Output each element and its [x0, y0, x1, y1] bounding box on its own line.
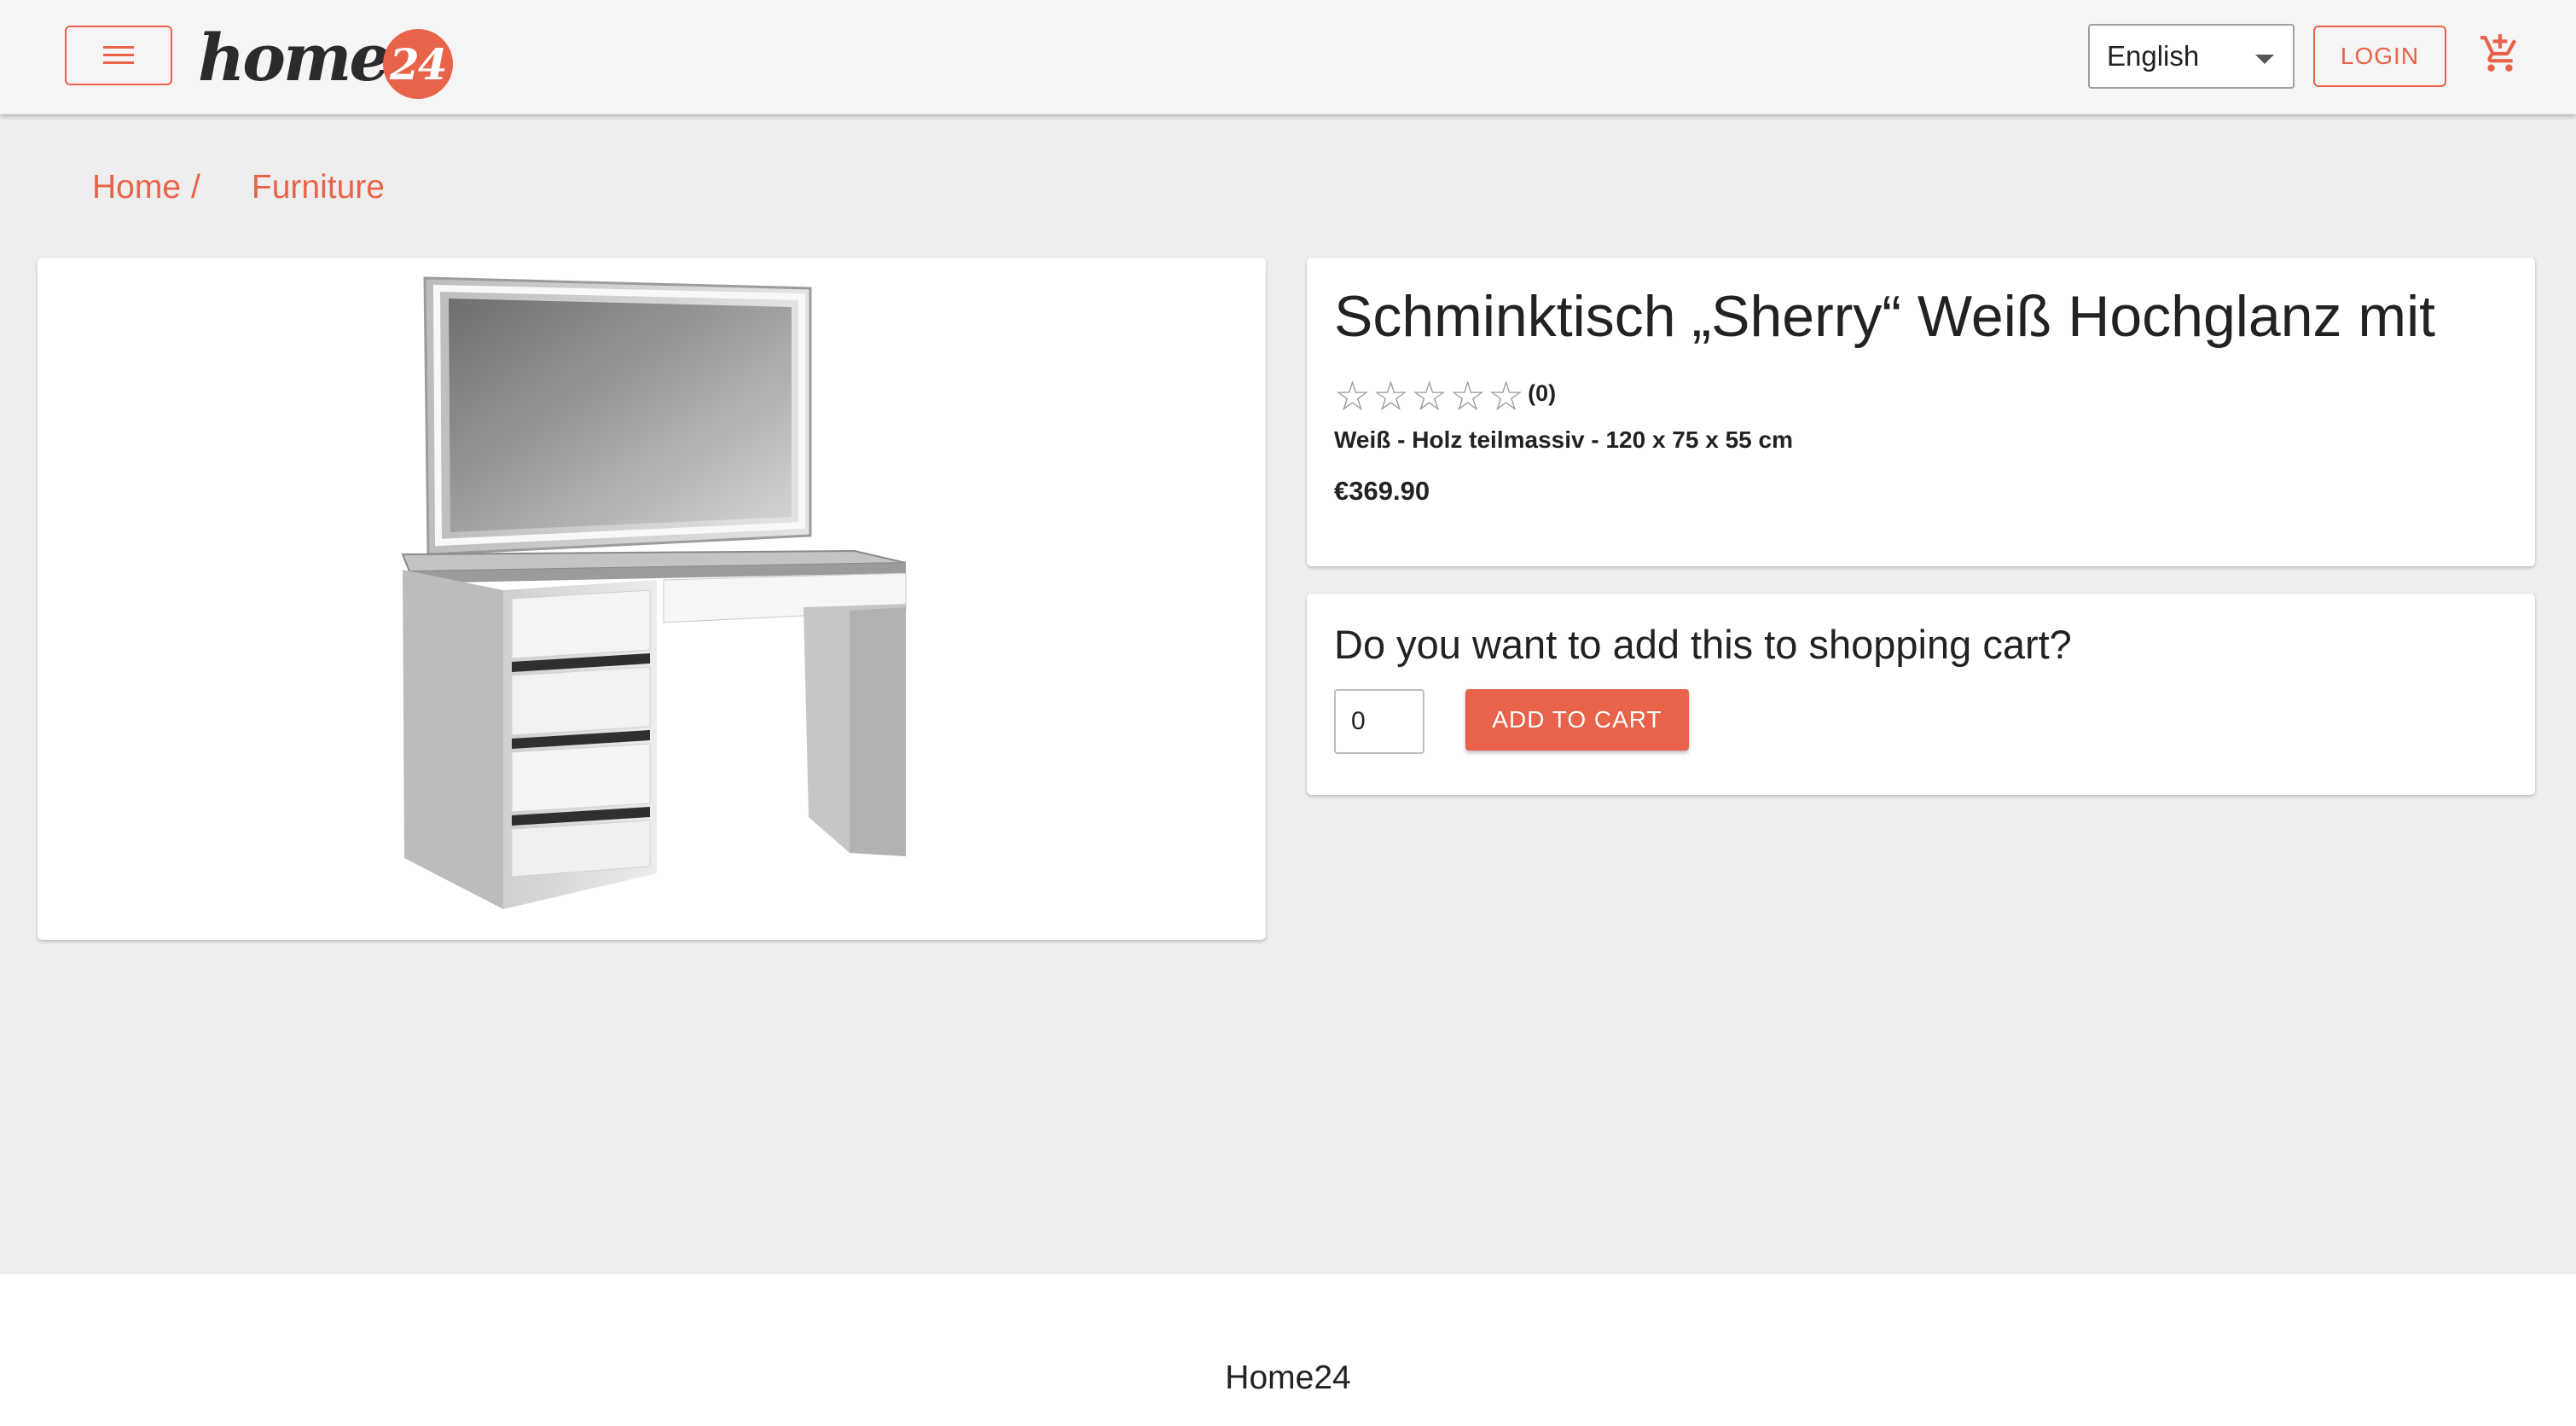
add-to-cart-card: Do you want to add this to shopping cart…: [1307, 594, 2535, 795]
home24-logo[interactable]: home 24: [198, 15, 453, 101]
logo-wordmark: home: [198, 20, 391, 96]
breadcrumb-separator: /: [191, 169, 200, 206]
breadcrumb: Home / Furniture: [92, 169, 385, 206]
star-outline-icon[interactable]: ☆: [1411, 377, 1448, 418]
product-title: Schminktisch „Sherry“ Weiß Hochglanz mit: [1334, 284, 2436, 349]
top-app-bar: home 24 English LOGIN: [0, 0, 2576, 114]
breadcrumb-home[interactable]: Home: [92, 169, 181, 206]
language-select-value: English: [2107, 40, 2200, 72]
caret-down-icon: [2255, 55, 2274, 64]
star-outline-icon[interactable]: ☆: [1449, 377, 1486, 418]
footer: Home24: [0, 1274, 2576, 1426]
add-shopping-cart-icon[interactable]: [2479, 32, 2521, 75]
quantity-input[interactable]: [1334, 689, 1424, 754]
login-button[interactable]: LOGIN: [2313, 26, 2446, 87]
star-outline-icon[interactable]: ☆: [1334, 377, 1371, 418]
product-price: €369.90: [1334, 476, 1430, 506]
product-image-card: [38, 258, 1266, 940]
breadcrumb-furniture[interactable]: Furniture: [252, 169, 385, 206]
star-rating[interactable]: ☆ ☆ ☆ ☆ ☆ (0): [1334, 377, 1556, 418]
product-image: [401, 276, 907, 909]
product-subtitle: Weiß - Holz teilmassiv - 120 x 75 x 55 c…: [1334, 426, 1793, 453]
logo-badge: 24: [382, 29, 453, 99]
footer-text: Home24: [1225, 1359, 1351, 1396]
star-outline-icon[interactable]: ☆: [1372, 377, 1409, 418]
menu-icon: [103, 46, 134, 64]
menu-button[interactable]: [65, 26, 172, 85]
add-to-cart-question: Do you want to add this to shopping cart…: [1334, 622, 2072, 667]
rating-count: (0): [1528, 380, 1557, 406]
language-select[interactable]: English: [2088, 24, 2295, 89]
star-outline-icon[interactable]: ☆: [1488, 377, 1524, 418]
add-to-cart-button[interactable]: ADD TO CART: [1465, 689, 1689, 751]
product-info-card: Schminktisch „Sherry“ Weiß Hochglanz mit…: [1307, 258, 2535, 566]
